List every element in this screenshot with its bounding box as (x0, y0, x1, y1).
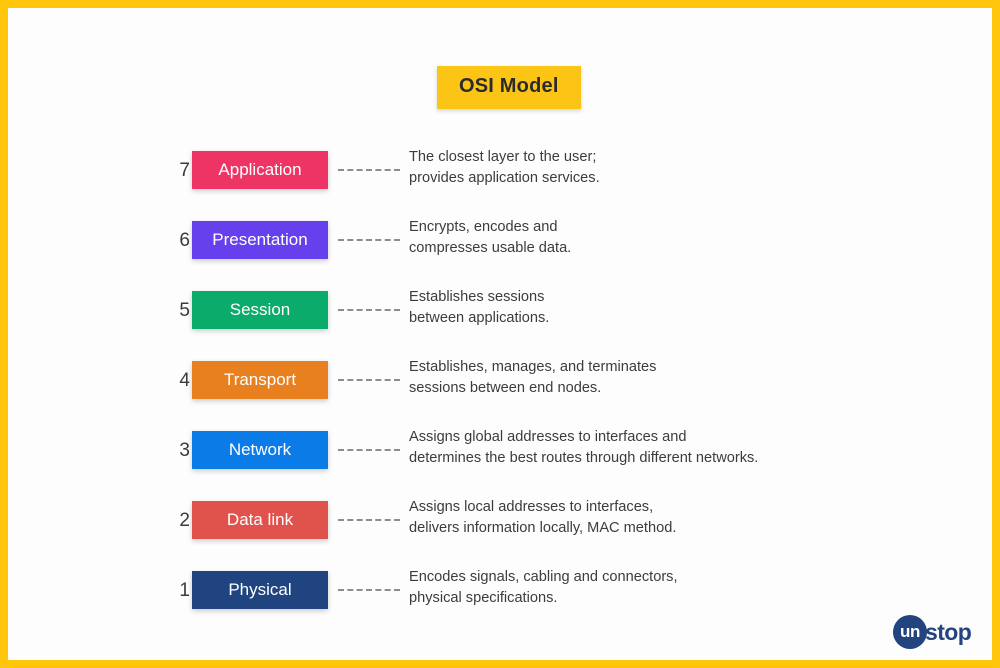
layer-description-line: compresses usable data. (409, 240, 572, 256)
page-title: OSI Model (437, 66, 581, 109)
layer-description-line: Establishes, manages, and terminates (409, 359, 657, 375)
layer-box-presentation[interactable]: Presentation (192, 221, 328, 259)
layer-number: 3 (179, 440, 190, 461)
layer-box-data-link[interactable]: Data link (192, 501, 328, 539)
dashed-connector-icon (338, 169, 400, 171)
layer-box-network[interactable]: Network (192, 431, 328, 469)
dashed-connector-icon (338, 589, 400, 591)
layer-number: 5 (179, 300, 190, 321)
layer-box-session[interactable]: Session (192, 291, 328, 329)
layer-number: 2 (179, 510, 190, 531)
diagram-canvas: OSI Model 7 Application The closest layer … (8, 8, 992, 660)
osi-layer-row: 2 Data link Assigns local addresses to int… (8, 499, 992, 545)
logo-mark-text: un (900, 622, 920, 641)
dashed-connector-icon (338, 449, 400, 451)
unstop-logo: un stop (893, 614, 972, 650)
layer-description-line: Assigns local addresses to interfaces, (409, 499, 654, 515)
layer-description-line: The closest layer to the user; (409, 149, 597, 165)
layer-number: 7 (179, 160, 190, 181)
layer-description: Encodes signals, cabling and connectors,… (409, 567, 879, 609)
logo-circle-icon: un (893, 615, 927, 649)
layer-box-physical[interactable]: Physical (192, 571, 328, 609)
dashed-connector-icon (338, 519, 400, 521)
layer-description: Establishes sessions between applications… (409, 287, 879, 329)
layer-description-line: determines the best routes through diffe… (409, 450, 759, 466)
osi-layer-row: 5 Session Establishes sessions between appl… (8, 289, 992, 335)
layer-description-line: between applications. (409, 310, 550, 326)
layer-description-line: physical specifications. (409, 590, 558, 606)
layer-description-line: Encrypts, encodes and (409, 219, 558, 235)
logo-wordmark: stop (925, 618, 972, 645)
dashed-connector-icon (338, 379, 400, 381)
dashed-connector-icon (338, 309, 400, 311)
layer-box-application[interactable]: Application (192, 151, 328, 189)
layer-description-line: Assigns global addresses to interfaces a… (409, 429, 687, 445)
layer-box-transport[interactable]: Transport (192, 361, 328, 399)
layer-description: Encrypts, encodes and compresses usable d… (409, 217, 879, 259)
layer-description: Assigns global addresses to interfaces a… (409, 427, 879, 469)
osi-layer-row: 7 Application The closest layer to the use… (8, 149, 992, 195)
layer-description-line: delivers information locally, MAC method… (409, 520, 677, 536)
layer-description-line: sessions between end nodes. (409, 380, 602, 396)
poster-frame: OSI Model 7 Application The closest layer … (0, 0, 1000, 668)
layer-number: 4 (179, 370, 190, 391)
osi-layer-row: 1 Physical Encodes signals, cabling and co… (8, 569, 992, 615)
layer-description: The closest layer to the user; provides a… (409, 147, 879, 189)
osi-layer-row: 6 Presentation Encrypts, encodes and compre… (8, 219, 992, 265)
layer-description: Assigns local addresses to interfaces, de… (409, 497, 879, 539)
layer-description-line: Encodes signals, cabling and connectors, (409, 569, 678, 585)
layer-description-line: Establishes sessions (409, 289, 545, 305)
layer-number: 6 (179, 230, 190, 251)
osi-layer-row: 4 Transport Establishes, manages, and term… (8, 359, 992, 405)
osi-layer-row: 3 Network Assigns global addresses to inte… (8, 429, 992, 475)
layer-number: 1 (179, 580, 190, 601)
dashed-connector-icon (338, 239, 400, 241)
layer-description: Establishes, manages, and terminates sess… (409, 357, 879, 399)
layer-description-line: provides application services. (409, 170, 600, 186)
